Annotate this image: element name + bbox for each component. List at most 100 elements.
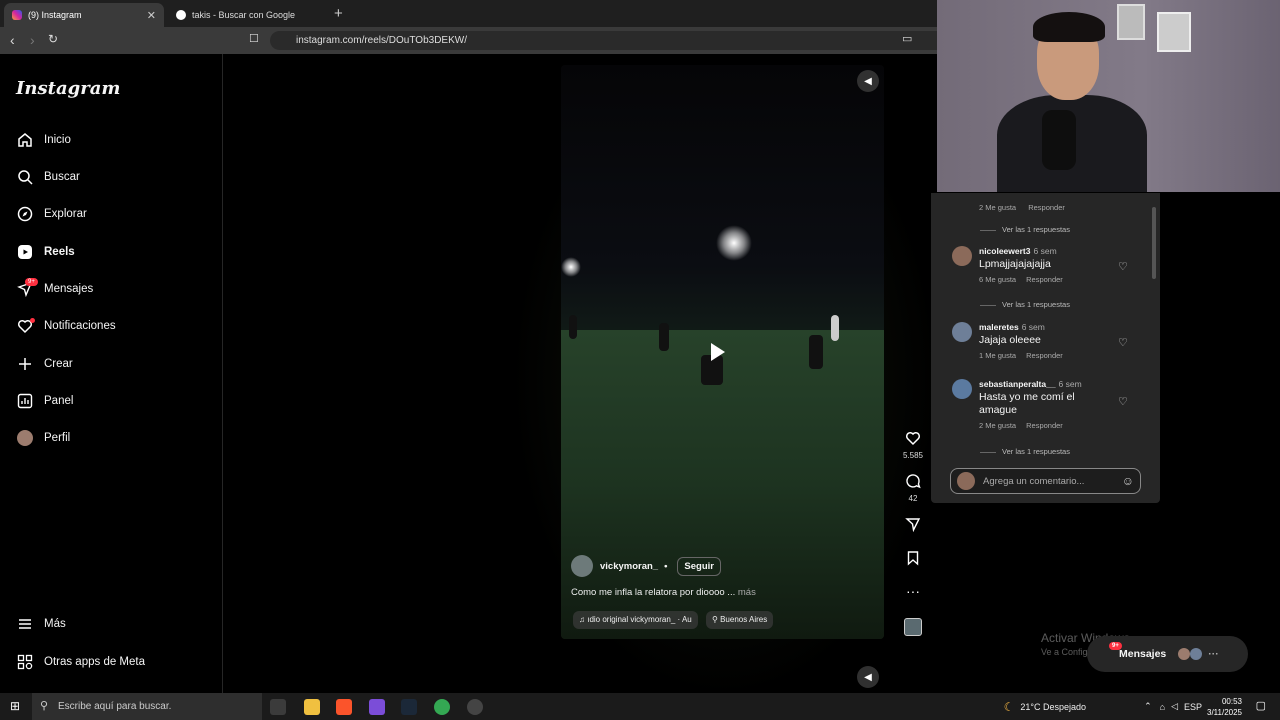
reload-icon[interactable]: ↻ — [48, 32, 58, 46]
commenter-username[interactable]: nicoleewert3 — [979, 246, 1031, 256]
network-icon[interactable]: ⌂ — [1160, 702, 1165, 712]
tab-instagram[interactable]: (9) Instagram ✕ — [4, 3, 164, 27]
video-player-figure — [659, 323, 669, 351]
comment-meta-previous: 2 Me gusta Responder — [953, 203, 1153, 212]
system-tray[interactable]: ⌃ ⌂ ◁ ESP — [1144, 693, 1202, 720]
comment-like-heart-icon[interactable]: ♡ — [1118, 395, 1128, 408]
sidebar-item-crear[interactable]: Crear — [16, 352, 73, 376]
commenter-avatar[interactable] — [952, 379, 972, 399]
discord-icon[interactable] — [369, 699, 385, 715]
reply-link[interactable]: Responder — [1026, 275, 1063, 284]
sidebar-item-perfil[interactable]: Perfil — [16, 426, 70, 450]
view-replies-link[interactable]: Ver las 1 respuestas — [1002, 447, 1070, 456]
volume-icon[interactable]: ◁ — [1171, 701, 1178, 712]
audio-chip[interactable]: ♫ ıdio original vickymoran_ · Au — [573, 611, 698, 629]
comment-like-heart-icon[interactable]: ♡ — [1118, 336, 1128, 349]
reel-author: vickymoran_ • Seguir — [571, 555, 721, 577]
wall-frame — [1117, 4, 1145, 40]
reply-link[interactable]: Responder — [1026, 351, 1063, 360]
hamburger-icon — [16, 615, 34, 633]
comment-likes: 2 Me gusta — [979, 203, 1017, 212]
bookmark-icon[interactable]: ☐ — [249, 32, 259, 45]
sidebar-item-notificaciones[interactable]: Notificaciones — [16, 314, 116, 338]
comment-button[interactable]: 42 — [900, 473, 926, 503]
reply-link[interactable]: Responder — [1026, 421, 1063, 430]
like-button[interactable]: 5.585 — [900, 430, 926, 460]
tray-chevron-icon[interactable]: ⌃ — [1144, 701, 1152, 712]
comment-input[interactable]: Agrega un comentario... ☺ — [950, 468, 1141, 494]
mute-icon-next[interactable]: ◀ — [857, 666, 879, 688]
commenter-username[interactable]: sebastianperalta__ — [979, 379, 1056, 389]
taskbar-search[interactable]: ⚲ Escribe aquí para buscar. — [32, 693, 262, 720]
instagram-favicon-icon — [12, 10, 22, 20]
play-icon[interactable] — [711, 343, 725, 361]
emoji-icon[interactable]: ☺ — [1122, 474, 1134, 488]
commenter-avatar[interactable] — [952, 246, 972, 266]
caption-more-link[interactable]: más — [738, 587, 756, 598]
task-view-icon[interactable] — [270, 699, 286, 715]
share-button[interactable] — [900, 516, 926, 537]
author-avatar[interactable] — [571, 555, 593, 577]
comments-scrollbar[interactable] — [1152, 207, 1156, 279]
comments-panel: 2 Me gusta Responder Ver las 1 respuesta… — [931, 193, 1160, 503]
weather-widget[interactable]: ☾ 21°C Despejado — [1004, 693, 1086, 720]
file-explorer-icon[interactable] — [304, 699, 320, 715]
commenter-avatar[interactable] — [952, 322, 972, 342]
close-tab-icon[interactable]: ✕ — [147, 9, 156, 22]
tab-google[interactable]: takis - Buscar con Google — [168, 3, 328, 27]
more-options-icon[interactable]: ··· — [1208, 648, 1219, 660]
brave-browser-icon[interactable] — [336, 699, 352, 715]
clock-time: 00:53 — [1221, 697, 1242, 706]
notifications-icon[interactable]: ▢ — [1256, 699, 1266, 712]
sidebar-item-meta-apps[interactable]: Otras apps de Meta — [16, 650, 145, 674]
view-replies-link[interactable]: Ver las 1 respuestas — [1002, 300, 1070, 309]
mute-icon[interactable]: ◀ — [857, 70, 879, 92]
chat-avatar — [1178, 648, 1191, 660]
reply-link[interactable]: Responder — [1028, 203, 1065, 212]
sidebar-item-label: Notificaciones — [44, 320, 116, 332]
forward-icon[interactable]: › — [30, 32, 35, 48]
commenter-username[interactable]: maleretes — [979, 322, 1019, 332]
location-chip[interactable]: ⚲ Buenos Aires — [706, 611, 774, 629]
url-field[interactable]: instagram.com/reels/DOuTOb3DEKW/ — [270, 31, 960, 50]
messages-pill-badge: 9+ — [1109, 642, 1122, 650]
back-icon[interactable]: ‹ — [10, 32, 15, 48]
sidebar-item-mas[interactable]: Más — [16, 612, 66, 636]
comment-likes: 6 Me gusta — [979, 275, 1017, 284]
save-button[interactable] — [900, 550, 926, 571]
view-replies-link[interactable]: Ver las 1 respuestas — [1002, 225, 1070, 234]
sidebar-item-panel[interactable]: Panel — [16, 389, 73, 413]
sidebar-item-inicio[interactable]: Inicio — [16, 128, 71, 152]
follow-button[interactable]: Seguir — [677, 556, 721, 576]
audio-thumbnail[interactable] — [900, 618, 926, 641]
tab-label: (9) Instagram — [28, 10, 82, 20]
new-tab-button[interactable]: + — [334, 5, 343, 22]
sidebar-item-label: Otras apps de Meta — [44, 656, 145, 668]
messages-pill[interactable]: 9+ Mensajes ··· — [1087, 636, 1248, 672]
obs-icon[interactable] — [467, 699, 483, 715]
instagram-logo[interactable]: Instagram — [16, 78, 120, 99]
streamer-hair — [1033, 12, 1105, 42]
steam-icon[interactable] — [401, 699, 417, 715]
author-username[interactable]: vickymoran_ — [600, 561, 658, 572]
windows-taskbar: ⊞ ⚲ Escribe aquí para buscar. ☾ 21°C Des… — [0, 693, 1280, 720]
dot-separator: • — [664, 560, 668, 572]
windows-start-icon[interactable]: ⊞ — [10, 699, 20, 713]
video-player-figure — [569, 315, 577, 339]
cast-icon[interactable]: ▭ — [902, 32, 912, 45]
avatar-icon — [16, 429, 34, 447]
like-count: 5.585 — [902, 451, 924, 460]
comment-like-heart-icon[interactable]: ♡ — [1118, 260, 1128, 273]
comment-time: 6 sem — [1021, 322, 1045, 332]
sidebar-item-explorar[interactable]: Explorar — [16, 202, 87, 226]
more-options-icon[interactable]: ··· — [900, 583, 926, 599]
reel-video[interactable]: ◀ — [561, 65, 884, 639]
sidebar-item-mensajes[interactable]: 9+ Mensajes — [16, 277, 93, 301]
sidebar-item-buscar[interactable]: Buscar — [16, 165, 80, 189]
sidebar-item-reels[interactable]: Reels — [16, 240, 75, 264]
sidebar-item-label: Explorar — [44, 208, 87, 220]
instagram-sidebar: Instagram Inicio Buscar Explorar Reels 9… — [0, 54, 223, 693]
chrome-icon[interactable] — [434, 699, 450, 715]
language-indicator[interactable]: ESP — [1184, 702, 1202, 712]
taskbar-clock[interactable]: 00:53 3/11/2025 — [1207, 696, 1242, 718]
